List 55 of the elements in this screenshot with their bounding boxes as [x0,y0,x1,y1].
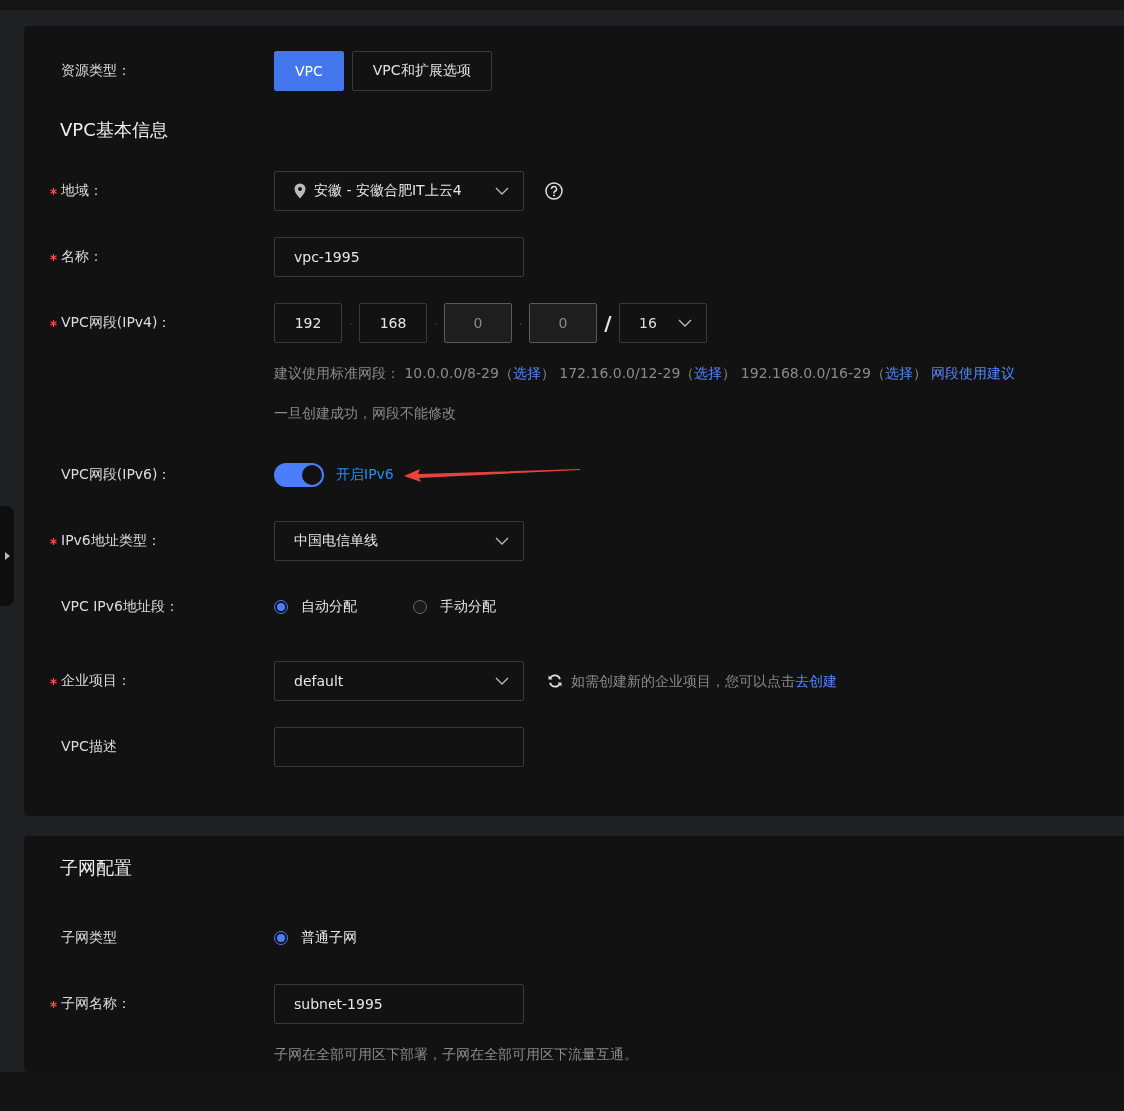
field-label: 地域： [61,182,103,200]
select-link[interactable]: 选择 [512,365,541,381]
radio-button[interactable] [274,931,288,945]
hint-text: 如需创建新的企业项目，您可以点击去创建 [571,672,837,691]
text-input-field[interactable] [274,727,524,767]
chevron-down-icon [678,319,692,327]
text-input-field[interactable]: vpc-1995 [274,237,524,277]
radio-option[interactable]: 普通子网 [274,929,357,947]
expand-icon [4,552,10,560]
radio-option[interactable]: 手动分配 [413,598,496,616]
field-label: IPv6地址类型： [61,532,161,550]
dropdown-select[interactable]: default [274,661,524,701]
sidebar-toggle[interactable] [0,506,14,606]
field-label: 子网类型 [61,929,117,947]
toggle-label: 开启IPv6 [336,466,394,484]
chevron-down-icon [495,187,509,195]
mask-select[interactable]: 16 [619,303,707,343]
section-title: 子网配置 [60,856,133,880]
region-select[interactable]: 安徽 - 安徽合肥IT上云4 [274,171,524,211]
dropdown-select[interactable]: 中国电信单线 [274,521,524,561]
field-label: VPC网段(IPv4)： [61,314,172,332]
field-label: VPC描述 [61,738,117,756]
hint-text: 子网在全部可用区下部署，子网在全部可用区下流量互通。 [274,1045,639,1064]
refresh-icon[interactable] [547,673,563,689]
section-title: VPC基本信息 [60,118,169,142]
ipv6-toggle[interactable] [274,463,324,487]
ip-octet-field[interactable]: 168 [359,303,427,343]
help-icon[interactable] [545,182,563,200]
create-link[interactable]: 去创建 [795,673,837,689]
location-pin-icon [294,183,306,199]
octet-separator: · [517,317,524,329]
ip-octet-field[interactable]: 192 [274,303,342,343]
suggestion-text: 建议使用标准网段： 10.0.0.0/8-29（选择） 172.16.0.0/12-29（选择） 192.168.0.0/16-29（选择） 网段使用建议 [274,364,1017,383]
field-label: 名称： [61,248,103,266]
select-link[interactable]: 选择 [694,365,723,381]
field-label: 企业项目： [61,672,131,690]
radio-option[interactable]: 自动分配 [274,598,357,616]
select-link[interactable]: 选择 [884,365,913,381]
slash-separator: / [603,311,613,335]
field-label: 子网名称： [61,995,131,1013]
radio-button[interactable] [413,600,427,614]
field-label: VPC网段(IPv6)： [61,466,172,484]
text-input-field[interactable]: subnet-1995 [274,984,524,1024]
advice-link[interactable]: 网段使用建议 [931,365,1016,381]
chevron-down-icon [495,537,509,545]
octet-separator: · [432,317,439,329]
hint-text: 一旦创建成功，网段不能修改 [274,404,457,423]
radio-button[interactable] [274,600,288,614]
octet-separator: · [347,317,354,329]
field-label: 资源类型： [61,62,131,80]
annotation-arrow-icon [403,468,580,482]
chevron-down-icon [495,677,509,685]
field-label: VPC IPv6地址段： [61,598,179,616]
resource-type-option[interactable]: VPC [274,51,344,91]
resource-type-option[interactable]: VPC和扩展选项 [351,51,492,91]
